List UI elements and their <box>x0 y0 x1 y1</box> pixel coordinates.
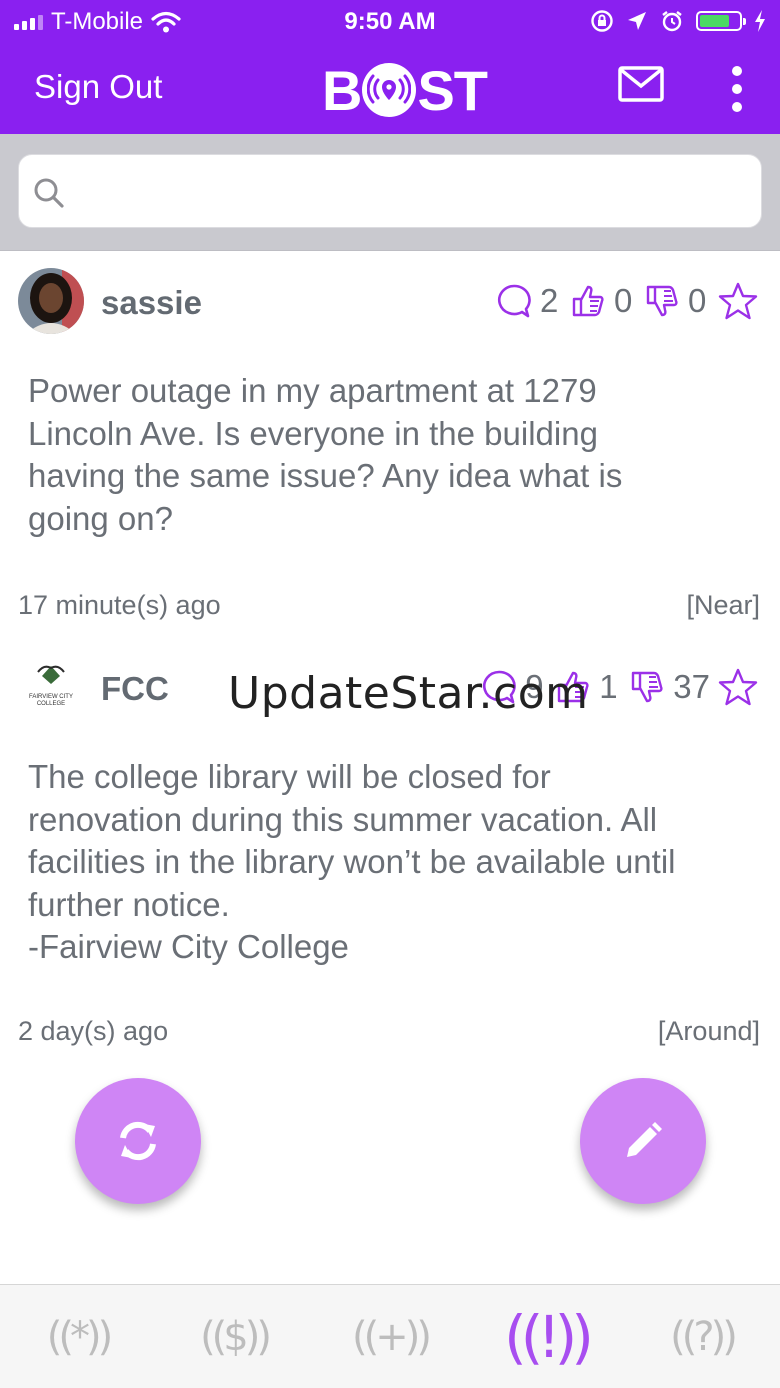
boost-logo: B ST <box>322 59 488 122</box>
logo-text-right: ST <box>417 58 488 122</box>
rotation-lock-icon <box>591 10 613 32</box>
avatar[interactable] <box>18 268 84 334</box>
mail-icon[interactable] <box>618 66 664 102</box>
tab-question[interactable]: ((?)) <box>624 1285 780 1388</box>
tab-money[interactable]: (($)) <box>156 1285 312 1388</box>
post-timestamp: 17 minute(s) ago <box>18 590 221 620</box>
post-distance-tag: [Near] <box>686 590 760 620</box>
search-icon <box>34 178 64 208</box>
favorite-star-icon[interactable] <box>718 668 758 706</box>
sign-out-button[interactable]: Sign Out <box>34 68 162 106</box>
post-body: Power outage in my apartment at 1279 Lin… <box>28 372 623 537</box>
battery-icon <box>696 11 746 31</box>
search-input[interactable] <box>87 169 751 215</box>
svg-text:FAIRVIEW CITY: FAIRVIEW CITY <box>29 694 73 700</box>
avatar[interactable]: FAIRVIEW CITY COLLEGE <box>18 654 84 720</box>
app-header: Sign Out B ST <box>0 44 780 134</box>
broadcast-alert-icon: ((!)) <box>504 1302 594 1371</box>
dislike-count[interactable]: 37 <box>629 668 710 706</box>
bottom-tab-bar: ((*)) (($)) ((+)) ((!)) ((?)) <box>0 1284 780 1388</box>
pencil-icon <box>627 1122 662 1157</box>
logo-broadcast-icon <box>362 63 417 117</box>
svg-text:COLLEGE: COLLEGE <box>37 701 65 707</box>
broadcast-dollar-icon: (($)) <box>200 1313 272 1360</box>
post-username[interactable]: FCC <box>101 670 169 708</box>
refresh-button[interactable] <box>75 1078 201 1204</box>
post-body: The college library will be closed for r… <box>28 758 676 965</box>
post-stats: 2 0 0 <box>496 282 758 320</box>
search-box[interactable] <box>18 154 762 228</box>
refresh-icon <box>120 1121 156 1161</box>
alarm-icon <box>662 11 682 32</box>
thumbs-down-icon <box>646 285 678 317</box>
search-bar-container <box>0 134 780 251</box>
thumbs-up-icon <box>572 285 604 317</box>
post-username[interactable]: sassie <box>101 284 202 322</box>
status-bar: T-Mobile 9:50 AM <box>0 0 780 44</box>
status-right <box>590 9 766 33</box>
watermark-text: UpdateStar.com <box>228 668 589 719</box>
favorite-star-icon[interactable] <box>718 282 758 320</box>
comment-bubble-icon <box>498 284 531 318</box>
like-count[interactable]: 0 <box>570 282 636 320</box>
tab-general[interactable]: ((*)) <box>0 1285 156 1388</box>
broadcast-plus-icon: ((+)) <box>352 1313 432 1360</box>
dislike-count[interactable]: 0 <box>644 282 710 320</box>
thumbs-down-icon <box>632 671 663 703</box>
compose-post-button[interactable] <box>580 1078 706 1204</box>
broadcast-asterisk-icon: ((*)) <box>46 1313 113 1360</box>
location-arrow-icon <box>628 12 646 30</box>
logo-text-left: B <box>322 58 362 122</box>
post-card[interactable]: sassie 2 0 0 Power outage in my apartmen <box>0 250 780 640</box>
more-menu-button[interactable] <box>724 66 750 112</box>
charging-bolt-icon <box>755 10 765 32</box>
post-timestamp: 2 day(s) ago <box>18 1016 169 1046</box>
comment-count[interactable]: 2 <box>496 282 562 320</box>
tab-add[interactable]: ((+)) <box>312 1285 468 1388</box>
broadcast-question-icon: ((?)) <box>670 1313 738 1360</box>
post-distance-tag: [Around] <box>657 1016 760 1046</box>
tab-alert[interactable]: ((!)) <box>468 1285 624 1388</box>
